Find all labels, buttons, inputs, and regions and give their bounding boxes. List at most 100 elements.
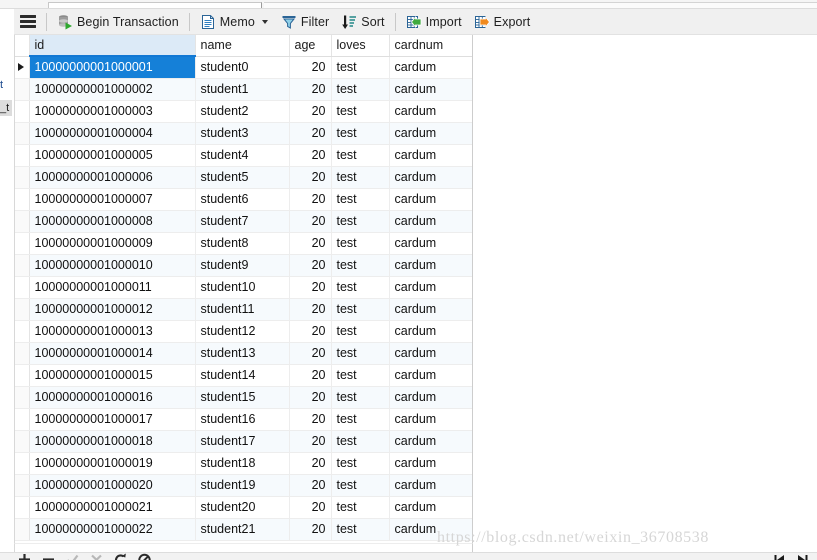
table-row[interactable]: 10000000001000019 student18 20 test cardum [15, 452, 472, 475]
cell-age[interactable]: 20 [289, 210, 332, 233]
cell-id[interactable]: 10000000001000018 [29, 430, 196, 453]
row-indicator-cell[interactable] [15, 386, 30, 409]
cell-age[interactable]: 20 [289, 166, 332, 189]
cell-name[interactable]: student18 [195, 452, 290, 475]
row-indicator-cell[interactable] [15, 78, 30, 101]
menu-button[interactable] [14, 10, 42, 34]
cell-name[interactable]: student17 [195, 430, 290, 453]
cell-cardnum[interactable]: cardum [389, 430, 472, 453]
cell-name[interactable]: student5 [195, 166, 290, 189]
cell-cardnum[interactable]: cardum [389, 56, 472, 79]
plus-icon[interactable] [18, 553, 31, 560]
row-indicator-cell[interactable] [15, 122, 30, 145]
tree-fragment-2[interactable]: _t [0, 100, 12, 116]
cell-age[interactable]: 20 [289, 474, 332, 497]
cell-id[interactable]: 10000000001000004 [29, 122, 196, 145]
cell-cardnum[interactable]: cardum [389, 452, 472, 475]
row-indicator-cell[interactable] [15, 430, 30, 453]
cell-age[interactable]: 20 [289, 430, 332, 453]
cell-name[interactable]: student20 [195, 496, 290, 519]
column-header-name[interactable]: name [195, 35, 290, 57]
cell-name[interactable]: student10 [195, 276, 290, 299]
cell-cardnum[interactable]: cardum [389, 100, 472, 123]
row-indicator-cell[interactable] [15, 166, 30, 189]
cell-loves[interactable]: test [331, 408, 390, 431]
cell-name[interactable]: student6 [195, 188, 290, 211]
import-button[interactable]: Import [400, 10, 468, 34]
cell-loves[interactable]: test [331, 188, 390, 211]
export-button[interactable]: Export [468, 10, 537, 34]
row-indicator-cell[interactable] [15, 320, 30, 343]
row-indicator-cell[interactable] [15, 276, 30, 299]
row-indicator-cell[interactable] [15, 210, 30, 233]
table-row[interactable]: 10000000001000001 student0 20 test cardum [15, 56, 472, 79]
cell-age[interactable]: 20 [289, 276, 332, 299]
table-row[interactable]: 10000000001000009 student8 20 test cardum [15, 232, 472, 255]
clipped-tab-active[interactable] [48, 2, 262, 8]
column-header-loves[interactable]: loves [331, 35, 390, 57]
cell-age[interactable]: 20 [289, 122, 332, 145]
clipped-tab-area[interactable] [264, 2, 817, 8]
check-icon[interactable] [66, 553, 79, 560]
cell-age[interactable]: 20 [289, 518, 332, 541]
cell-id[interactable]: 10000000001000003 [29, 100, 196, 123]
cell-cardnum[interactable]: cardum [389, 232, 472, 255]
table-row[interactable]: 10000000001000002 student1 20 test cardum [15, 78, 472, 101]
table-row[interactable]: 10000000001000016 student15 20 test cardum [15, 386, 472, 409]
cell-id[interactable]: 10000000001000009 [29, 232, 196, 255]
cell-name[interactable]: student19 [195, 474, 290, 497]
cell-id[interactable]: 10000000001000017 [29, 408, 196, 431]
cell-name[interactable]: student1 [195, 78, 290, 101]
cell-cardnum[interactable]: cardum [389, 166, 472, 189]
table-row[interactable]: 10000000001000006 student5 20 test cardum [15, 166, 472, 189]
table-row[interactable]: 10000000001000018 student17 20 test cardum [15, 430, 472, 453]
table-row[interactable]: 10000000001000014 student13 20 test cardum [15, 342, 472, 365]
row-indicator-cell[interactable] [15, 56, 30, 79]
cell-loves[interactable]: test [331, 430, 390, 453]
cell-loves[interactable]: test [331, 56, 390, 79]
cell-loves[interactable]: test [331, 144, 390, 167]
row-indicator-cell[interactable] [15, 452, 30, 475]
table-row[interactable]: 10000000001000004 student3 20 test cardum [15, 122, 472, 145]
table-row[interactable]: 10000000001000015 student14 20 test cardum [15, 364, 472, 387]
cell-cardnum[interactable]: cardum [389, 144, 472, 167]
table-row[interactable]: 10000000001000021 student20 20 test cardum [15, 496, 472, 519]
cell-loves[interactable]: test [331, 452, 390, 475]
cell-id[interactable]: 10000000001000013 [29, 320, 196, 343]
cell-name[interactable]: student12 [195, 320, 290, 343]
table-row[interactable]: 10000000001000020 student19 20 test cardum [15, 474, 472, 497]
tree-fragment-1[interactable]: t [0, 78, 3, 92]
cell-name[interactable]: student4 [195, 144, 290, 167]
cell-cardnum[interactable]: cardum [389, 496, 472, 519]
cell-cardnum[interactable]: cardum [389, 188, 472, 211]
cell-name[interactable]: student0 [195, 56, 290, 79]
cell-cardnum[interactable]: cardum [389, 122, 472, 145]
begin-transaction-button[interactable]: Begin Transaction [51, 10, 185, 34]
table-row[interactable]: 10000000001000008 student7 20 test cardum [15, 210, 472, 233]
cell-loves[interactable]: test [331, 254, 390, 277]
column-header-id[interactable]: id [29, 35, 196, 57]
cell-age[interactable]: 20 [289, 78, 332, 101]
table-row[interactable]: 10000000001000011 student10 20 test cardum [15, 276, 472, 299]
minus-icon[interactable] [42, 553, 55, 560]
row-indicator-cell[interactable] [15, 342, 30, 365]
cell-id[interactable]: 10000000001000007 [29, 188, 196, 211]
cell-loves[interactable]: test [331, 386, 390, 409]
cell-name[interactable]: student3 [195, 122, 290, 145]
cell-age[interactable]: 20 [289, 408, 332, 431]
arrow-right-icon[interactable] [796, 553, 809, 560]
cell-cardnum[interactable]: cardum [389, 386, 472, 409]
cell-id[interactable]: 10000000001000022 [29, 518, 196, 541]
cell-name[interactable]: student7 [195, 210, 290, 233]
sort-button[interactable]: Sort [335, 10, 390, 34]
cell-id[interactable]: 10000000001000016 [29, 386, 196, 409]
cell-name[interactable]: student15 [195, 386, 290, 409]
cell-age[interactable]: 20 [289, 100, 332, 123]
cell-loves[interactable]: test [331, 474, 390, 497]
cell-id[interactable]: 10000000001000008 [29, 210, 196, 233]
cell-age[interactable]: 20 [289, 144, 332, 167]
cell-age[interactable]: 20 [289, 254, 332, 277]
cell-id[interactable]: 10000000001000014 [29, 342, 196, 365]
cell-age[interactable]: 20 [289, 232, 332, 255]
arrow-left-icon[interactable] [773, 553, 786, 560]
